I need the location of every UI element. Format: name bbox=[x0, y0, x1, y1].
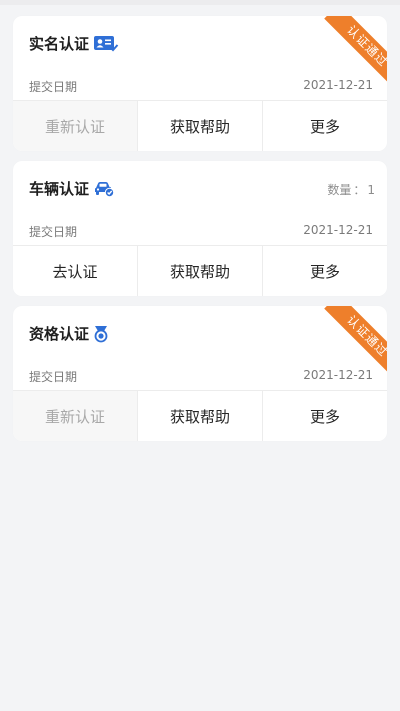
vehicle-count: 数量： 1 bbox=[327, 181, 375, 198]
date-row: 提交日期 2021-12-21 bbox=[13, 217, 387, 245]
date-value: 2021-12-21 bbox=[303, 78, 373, 92]
card-title-text: 实名认证 bbox=[29, 35, 90, 53]
card-title-text: 车辆认证 bbox=[29, 180, 90, 198]
get-help-button[interactable]: 获取帮助 bbox=[137, 391, 262, 441]
date-value: 2021-12-21 bbox=[303, 368, 373, 382]
date-label: 提交日期 bbox=[29, 370, 78, 384]
card-header: 资格认证 认证通过 bbox=[13, 306, 387, 376]
date-label: 提交日期 bbox=[29, 80, 78, 94]
date-row: 提交日期 2021-12-21 bbox=[13, 362, 387, 390]
more-button[interactable]: 更多 bbox=[262, 391, 387, 441]
go-verify-button[interactable]: 去认证 bbox=[13, 246, 137, 296]
card-header: 实名认证 认证通过 bbox=[13, 16, 387, 86]
card-title: 车辆认证 bbox=[29, 179, 115, 199]
card-title: 资格认证 bbox=[29, 324, 109, 344]
card-actions: 重新认证 获取帮助 更多 bbox=[13, 390, 387, 441]
card-real-name: 实名认证 认证通过 提交日期 2021-12-21 重新认证 获取帮助 更多 bbox=[13, 16, 387, 151]
certification-list: 实名认证 认证通过 提交日期 2021-12-21 重新认证 获取帮助 更多 车… bbox=[13, 16, 387, 451]
card-actions: 去认证 获取帮助 更多 bbox=[13, 245, 387, 296]
count-value: 1 bbox=[367, 183, 375, 197]
card-title: 实名认证 bbox=[29, 34, 119, 54]
get-help-button[interactable]: 获取帮助 bbox=[137, 101, 262, 151]
count-label: 数量 bbox=[327, 183, 352, 197]
id-card-check-icon bbox=[93, 35, 119, 53]
more-button[interactable]: 更多 bbox=[262, 246, 387, 296]
date-row: 提交日期 2021-12-21 bbox=[13, 72, 387, 100]
car-check-icon bbox=[93, 180, 115, 198]
qualification-medal-icon bbox=[93, 325, 109, 343]
top-divider bbox=[0, 0, 400, 5]
reverify-button[interactable]: 重新认证 bbox=[13, 391, 137, 441]
card-actions: 重新认证 获取帮助 更多 bbox=[13, 100, 387, 151]
date-value: 2021-12-21 bbox=[303, 223, 373, 237]
card-title-text: 资格认证 bbox=[29, 325, 90, 343]
reverify-button[interactable]: 重新认证 bbox=[13, 101, 137, 151]
card-header: 车辆认证 数量： 1 bbox=[13, 161, 387, 217]
more-button[interactable]: 更多 bbox=[262, 101, 387, 151]
count-separator: ： bbox=[353, 183, 366, 197]
date-label: 提交日期 bbox=[29, 225, 78, 239]
card-qualification: 资格认证 认证通过 提交日期 2021-12-21 重新认证 获取帮助 更多 bbox=[13, 306, 387, 441]
get-help-button[interactable]: 获取帮助 bbox=[137, 246, 262, 296]
card-vehicle: 车辆认证 数量： 1 提交日期 2021-12-21 去认证 获取帮助 更多 bbox=[13, 161, 387, 296]
